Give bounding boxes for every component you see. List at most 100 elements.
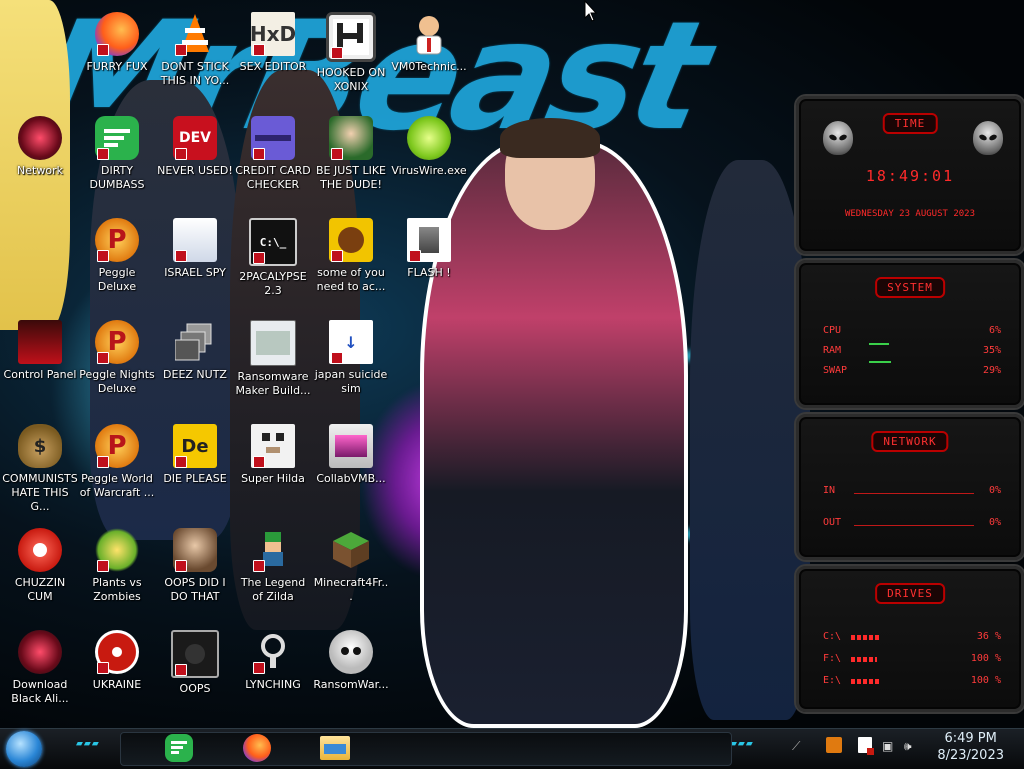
icon-label: SEX EDITOR [239, 60, 307, 73]
technician-icon [407, 12, 451, 56]
flower-icon [95, 528, 139, 572]
network-tray-icon[interactable]: ▣ [882, 739, 893, 753]
desktop-icon-communists[interactable]: $ COMMUNISTS HATE THIS G... [0, 418, 80, 514]
shield-overlay-icon [331, 47, 343, 59]
shield-overlay-icon [253, 44, 265, 56]
taskbar-feedly-button[interactable] [162, 733, 196, 763]
swap-label: SWAP [823, 365, 848, 376]
taskbar-app-area [120, 732, 732, 766]
network-orb-icon [18, 630, 62, 674]
tray-app-icon[interactable] [826, 737, 842, 753]
icon-label: RansomWar... [313, 678, 389, 691]
icon-label: FLASH ! [407, 266, 451, 279]
drive-f-value: 100 % [970, 653, 1001, 664]
desktop-icon-legend-of-zilda[interactable]: The Legend of Zilda [233, 522, 313, 618]
desktop-icon-furry-fux[interactable]: FURRY FUX [77, 6, 157, 102]
feedly-icon [95, 116, 139, 160]
shield-overlay-icon [253, 148, 265, 160]
icon-label: Network [17, 164, 63, 177]
desktop-icon-sex-editor[interactable]: HxD SEX EDITOR [233, 6, 313, 102]
shield-overlay-icon [97, 456, 109, 468]
icon-label: VirusWire.exe [391, 164, 467, 177]
drives-widget: DRIVES C:\ 36 % F:\ 100 % E:\ 100 % [796, 566, 1024, 712]
desktop-icon-lynching[interactable]: LYNCHING [233, 624, 313, 720]
taskbar-file-explorer-button[interactable] [318, 733, 352, 763]
desktop-icon-die-please[interactable]: De DIE PLEASE [155, 418, 235, 514]
desktop-icon-peggle-world[interactable]: P Peggle World of Warcraft ... [77, 418, 157, 514]
shield-overlay-icon [175, 664, 187, 676]
desktop-icon-israel-spy[interactable]: ISRAEL SPY [155, 212, 235, 308]
desktop-icon-download-black-ali[interactable]: Download Black Ali... [0, 624, 80, 720]
desktop-icon-network[interactable]: Network [0, 110, 80, 206]
alien-head-icon [973, 121, 1003, 155]
icon-label: Super Hilda [241, 472, 305, 485]
desktop-icon-oops-did-i[interactable]: OOPS DID I DO THAT [155, 522, 235, 618]
network-orb-icon [18, 116, 62, 160]
volume-icon[interactable]: 🕪 [904, 739, 912, 754]
system-widget: SYSTEM CPU 6% RAM 35% SWAP 29% [796, 260, 1024, 408]
desktop-icon-ransomware-maker[interactable]: Ransomware Maker Build... [233, 314, 313, 410]
desktop-icon-plants-vs-zombies[interactable]: Plants vs Zombies [77, 522, 157, 618]
drive-c-row: C:\ 36 % [823, 631, 1001, 642]
drive-e-value: 100 % [970, 675, 1001, 686]
shield-overlay-icon [253, 560, 265, 572]
icon-label: CHUZZIN CUM [14, 576, 66, 603]
network-in-graph [854, 493, 974, 494]
desktop-icon-deez-nutz[interactable]: DEEZ NUTZ [155, 314, 235, 410]
icon-label: Ransomware Maker Build... [235, 370, 311, 397]
tray-overflow-icon[interactable]: ⟋ [792, 739, 800, 754]
swap-value: 29% [982, 365, 1001, 376]
drives-widget-title: DRIVES [875, 583, 945, 604]
network-widget: NETWORK IN 0% OUT 0% [796, 414, 1024, 560]
desktop-icon-vm0technic[interactable]: VM0Technic... [389, 6, 469, 102]
tray-flag-icon[interactable] [858, 737, 874, 755]
icon-label: VM0Technic... [391, 60, 467, 73]
desktop-icon-some-of-you[interactable]: some of you need to ac... [311, 212, 391, 308]
desktop-icon-oops[interactable]: OOPS [155, 624, 235, 720]
desktop-icon-super-hilda[interactable]: Super Hilda [233, 418, 313, 514]
network-computer-icon [173, 218, 217, 262]
network-out-value: 0% [988, 517, 1001, 528]
desktop-icon-peggle-nights[interactable]: P Peggle Nights Deluxe [77, 314, 157, 410]
desktop-icon-viruswire[interactable]: VirusWire.exe [389, 110, 469, 206]
radiation-icon [95, 630, 139, 674]
icon-label: COMMUNISTS HATE THIS G... [2, 472, 78, 513]
icon-label: OOPS DID I DO THAT [164, 576, 226, 603]
desktop-icon-japan-suicide-sim[interactable]: ↓ japan suicide sim [311, 314, 391, 410]
desktop-icon-chuzzin-cum[interactable]: CHUZZIN CUM [0, 522, 80, 618]
desktop-icon-minecraft4fr[interactable]: Minecraft4Fr... [311, 522, 391, 618]
icon-label: Peggle Nights Deluxe [79, 368, 155, 395]
desktop-icon-collabvmb[interactable]: CollabVMB... [311, 418, 391, 514]
network-in-label: IN [823, 485, 836, 496]
icon-label: ISRAEL SPY [164, 266, 226, 279]
icon-label: Peggle Deluxe [97, 266, 137, 293]
taskbar-clock[interactable]: 6:49 PM 8/23/2023 [937, 730, 1004, 764]
desktop-icon-ukraine[interactable]: UKRAINE [77, 624, 157, 720]
network-widget-title: NETWORK [871, 431, 949, 452]
icon-label: 2PACALYPSE 2.3 [239, 270, 307, 297]
shield-overlay-icon [175, 148, 187, 160]
desktop-icon-2pacalypse[interactable]: C:\_ 2PACALYPSE 2.3 [233, 212, 313, 308]
desktop-icon-credit-card-checker[interactable]: CREDIT CARD CHECKER [233, 110, 313, 206]
desktop-icon-ransomwar[interactable]: RansomWar... [311, 624, 391, 720]
desktop-icon-control-panel[interactable]: Control Panel [0, 314, 80, 410]
pixel-character-icon [251, 424, 295, 468]
desktop-icon-dirty-dumbass[interactable]: DIRTY DUMBASS [77, 110, 157, 206]
icon-label: LYNCHING [245, 678, 301, 691]
drive-e-row: E:\ 100 % [823, 675, 1001, 686]
icon-label: FURRY FUX [86, 60, 148, 73]
desktop-icon-peggle-deluxe[interactable]: P Peggle Deluxe [77, 212, 157, 308]
ram-label: RAM [823, 345, 842, 356]
firefox-icon [243, 734, 271, 762]
desktop-icon-never-used[interactable]: DEV NEVER USED! [155, 110, 235, 206]
desktop-icon-flash[interactable]: FLASH ! [389, 212, 469, 308]
icon-label: CollabVMB... [316, 472, 386, 485]
desktop-icon-hooked-on-xonix[interactable]: HOOKED ON XONIX [311, 6, 391, 102]
desktop-icon-be-just-like-the-dude[interactable]: BE JUST LIKE THE DUDE! [311, 110, 391, 206]
icon-label: BE JUST LIKE THE DUDE! [315, 164, 387, 191]
desktop-icon-dont-stick[interactable]: DONT STICK THIS IN YO... [155, 6, 235, 102]
taskbar-firefox-button[interactable] [240, 733, 274, 763]
drive-f-row: F:\ 100 % [823, 653, 1001, 664]
icon-label: OOPS [179, 682, 211, 695]
start-button[interactable] [6, 731, 42, 767]
